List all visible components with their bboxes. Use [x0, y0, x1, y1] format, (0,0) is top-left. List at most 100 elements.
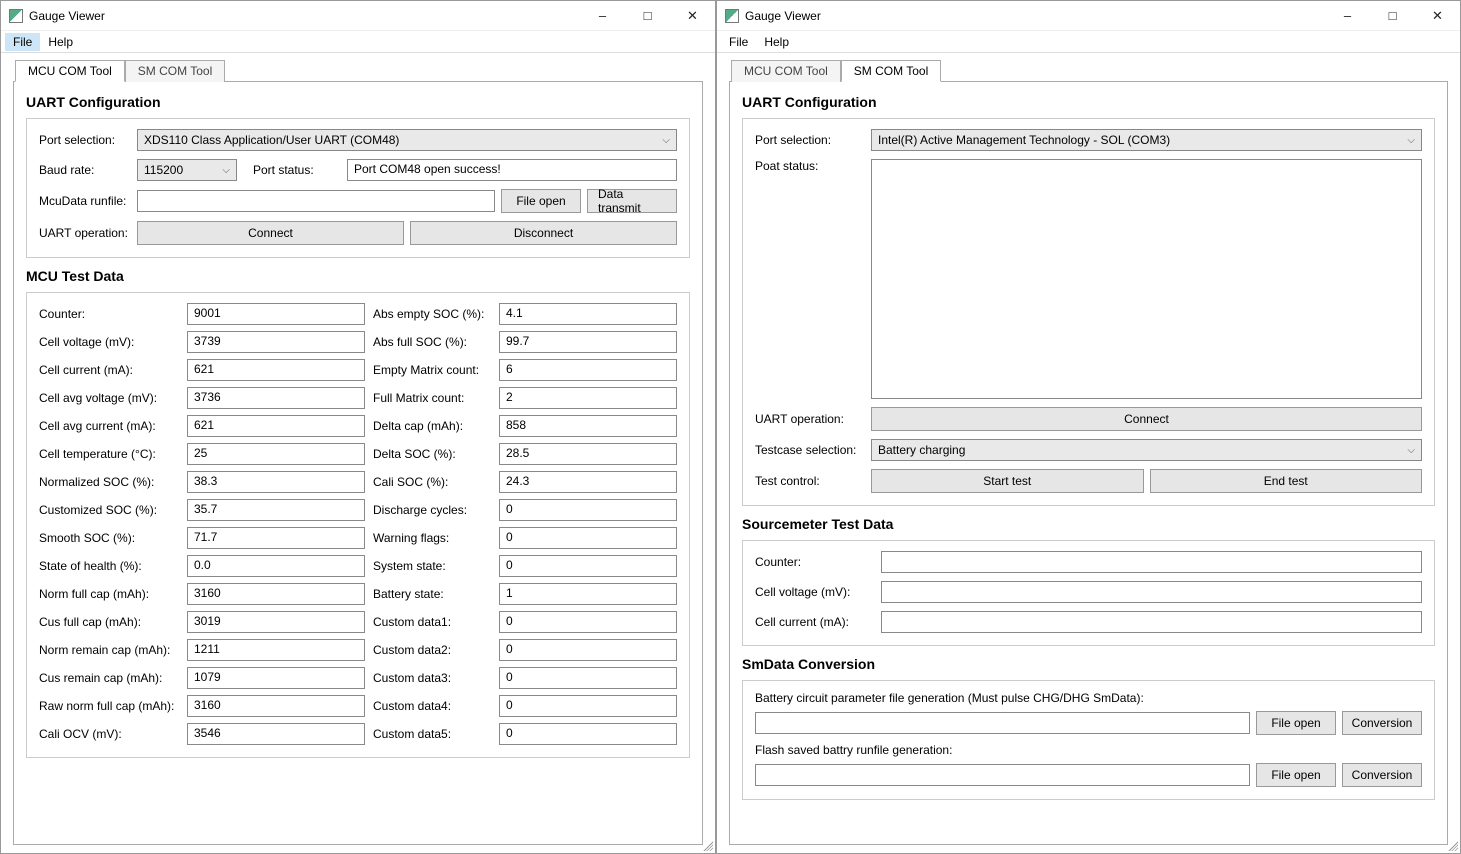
- data-field: 0: [499, 611, 677, 633]
- data-field: 1079: [187, 667, 365, 689]
- data-label: Cell avg current (mA):: [39, 419, 179, 433]
- data-field: 3160: [187, 583, 365, 605]
- end-test-button[interactable]: End test: [1150, 469, 1423, 493]
- testcase-selection-value: Battery charging: [878, 443, 965, 457]
- data-label: Custom data3:: [373, 671, 491, 685]
- port-status-label: Port status:: [253, 163, 341, 177]
- testcase-selection-dropdown[interactable]: Battery charging ⌵: [871, 439, 1422, 461]
- data-field: 6: [499, 359, 677, 381]
- runfile-label: McuData runfile:: [39, 194, 131, 208]
- file-open-button[interactable]: File open: [501, 189, 581, 213]
- data-field: 3546: [187, 723, 365, 745]
- port-selection-dropdown[interactable]: XDS110 Class Application/User UART (COM4…: [137, 129, 677, 151]
- data-field: 1: [499, 583, 677, 605]
- data-label: Custom data5:: [373, 727, 491, 741]
- baud-rate-dropdown[interactable]: 115200 ⌵: [137, 159, 237, 181]
- data-field: 71.7: [187, 527, 365, 549]
- data-label: Cali OCV (mV):: [39, 727, 179, 741]
- param-file-path-input[interactable]: [755, 712, 1250, 734]
- tab-mcu-com-tool[interactable]: MCU COM Tool: [731, 60, 841, 82]
- param-conversion-button[interactable]: Conversion: [1342, 711, 1422, 735]
- tab-mcu-com-tool[interactable]: MCU COM Tool: [15, 60, 125, 82]
- data-field: 35.7: [187, 499, 365, 521]
- connect-button[interactable]: Connect: [871, 407, 1422, 431]
- data-label: Cell voltage (mV):: [39, 335, 179, 349]
- sm-current-field: [881, 611, 1422, 633]
- menubar: File Help: [717, 31, 1460, 53]
- mcu-test-data-section: Counter:9001Abs empty SOC (%):4.1Cell vo…: [26, 292, 690, 758]
- maximize-button[interactable]: □: [1370, 1, 1415, 30]
- data-label: Delta cap (mAh):: [373, 419, 491, 433]
- data-field: 3736: [187, 387, 365, 409]
- runfile-conversion-button[interactable]: Conversion: [1342, 763, 1422, 787]
- data-field: 4.1: [499, 303, 677, 325]
- data-transmit-button[interactable]: Data transmit: [587, 189, 677, 213]
- tabs: MCU COM Tool SM COM Tool: [1, 53, 715, 81]
- mcu-test-data-header: MCU Test Data: [26, 268, 690, 284]
- sm-current-label: Cell current (mA):: [755, 615, 873, 629]
- resize-grip[interactable]: [701, 839, 713, 851]
- runfile-gen-label: Flash saved battry runfile generation:: [755, 743, 1422, 757]
- data-label: Cus full cap (mAh):: [39, 615, 179, 629]
- start-test-button[interactable]: Start test: [871, 469, 1144, 493]
- data-label: Cus remain cap (mAh):: [39, 671, 179, 685]
- data-label: Custom data2:: [373, 643, 491, 657]
- menu-file[interactable]: File: [721, 33, 756, 51]
- data-label: Customized SOC (%):: [39, 503, 179, 517]
- menu-help[interactable]: Help: [756, 33, 797, 51]
- data-label: Warning flags:: [373, 531, 491, 545]
- titlebar[interactable]: Gauge Viewer – □ ✕: [1, 1, 715, 31]
- data-label: System state:: [373, 559, 491, 573]
- runfile-path-input[interactable]: [755, 764, 1250, 786]
- data-field: 3019: [187, 611, 365, 633]
- close-button[interactable]: ✕: [1415, 1, 1460, 30]
- data-label: Cell temperature (°C):: [39, 447, 179, 461]
- data-label: Normalized SOC (%):: [39, 475, 179, 489]
- maximize-button[interactable]: □: [625, 1, 670, 30]
- data-field: 0: [499, 695, 677, 717]
- runfile-file-open-button[interactable]: File open: [1256, 763, 1336, 787]
- menu-help[interactable]: Help: [40, 33, 81, 51]
- data-label: Custom data4:: [373, 699, 491, 713]
- data-field: 0: [499, 723, 677, 745]
- minimize-button[interactable]: –: [580, 1, 625, 30]
- minimize-button[interactable]: –: [1325, 1, 1370, 30]
- data-label: State of health (%):: [39, 559, 179, 573]
- testcase-selection-label: Testcase selection:: [755, 443, 865, 457]
- port-selection-label: Port selection:: [755, 133, 865, 147]
- connect-button[interactable]: Connect: [137, 221, 404, 245]
- param-file-open-button[interactable]: File open: [1256, 711, 1336, 735]
- tab-sm-com-tool[interactable]: SM COM Tool: [125, 60, 225, 82]
- data-field: 9001: [187, 303, 365, 325]
- port-selection-value: XDS110 Class Application/User UART (COM4…: [144, 133, 399, 147]
- window-title: Gauge Viewer: [745, 9, 821, 23]
- data-field: 0: [499, 667, 677, 689]
- data-label: Counter:: [39, 307, 179, 321]
- disconnect-button[interactable]: Disconnect: [410, 221, 677, 245]
- data-label: Norm remain cap (mAh):: [39, 643, 179, 657]
- sm-counter-field: [881, 551, 1422, 573]
- menu-file[interactable]: File: [5, 33, 40, 51]
- sm-voltage-field: [881, 581, 1422, 603]
- data-label: Discharge cycles:: [373, 503, 491, 517]
- data-field: 0: [499, 639, 677, 661]
- data-field: 621: [187, 359, 365, 381]
- data-label: Raw norm full cap (mAh):: [39, 699, 179, 713]
- data-field: 1211: [187, 639, 365, 661]
- data-label: Custom data1:: [373, 615, 491, 629]
- chevron-down-icon: ⌵: [1407, 445, 1415, 456]
- titlebar[interactable]: Gauge Viewer – □ ✕: [717, 1, 1460, 31]
- data-label: Battery state:: [373, 587, 491, 601]
- data-label: Smooth SOC (%):: [39, 531, 179, 545]
- status-log-textarea[interactable]: [871, 159, 1422, 399]
- smdata-conversion-section: Battery circuit parameter file generatio…: [742, 680, 1435, 800]
- runfile-input[interactable]: [137, 190, 495, 212]
- data-field: 0: [499, 555, 677, 577]
- resize-grip[interactable]: [1446, 839, 1458, 851]
- port-selection-value: Intel(R) Active Management Technology - …: [878, 133, 1170, 147]
- close-button[interactable]: ✕: [670, 1, 715, 30]
- port-selection-dropdown[interactable]: Intel(R) Active Management Technology - …: [871, 129, 1422, 151]
- port-status-field: Port COM48 open success!: [347, 159, 677, 181]
- tab-sm-com-tool[interactable]: SM COM Tool: [841, 60, 941, 82]
- uart-config-section: Port selection: XDS110 Class Application…: [26, 118, 690, 258]
